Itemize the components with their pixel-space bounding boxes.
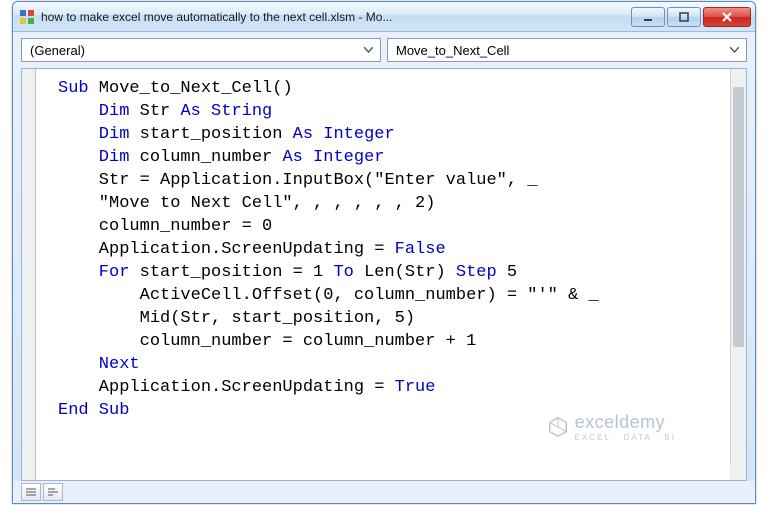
code-content[interactable]: Sub Move_to_Next_Cell() Dim Str As Strin… [36,69,730,480]
scroll-corner [730,464,746,480]
procedure-dropdown[interactable]: Move_to_Next_Cell [387,38,747,62]
minimize-button[interactable] [631,7,665,27]
code-gutter [22,69,36,480]
app-icon [19,9,35,25]
chevron-down-icon [360,39,376,61]
code-editor[interactable]: Sub Move_to_Next_Cell() Dim Str As Strin… [21,68,747,481]
chevron-down-icon [726,39,742,61]
window-title: how to make excel move automatically to … [41,10,631,24]
titlebar: how to make excel move automatically to … [13,2,755,32]
maximize-button[interactable] [667,7,701,27]
object-proc-selectors: (General) Move_to_Next_Cell [13,32,755,68]
procedure-view-button[interactable] [21,483,41,501]
view-mode-bar [13,481,755,503]
vertical-scrollbar[interactable] [730,69,746,464]
procedure-dropdown-value: Move_to_Next_Cell [396,43,726,58]
close-button[interactable] [703,7,751,27]
full-module-view-button[interactable] [43,483,63,501]
scrollbar-thumb[interactable] [733,87,744,347]
window-buttons [631,7,751,27]
object-dropdown-value: (General) [30,43,360,58]
object-dropdown[interactable]: (General) [21,38,381,62]
vba-editor-window: how to make excel move automatically to … [12,1,756,504]
